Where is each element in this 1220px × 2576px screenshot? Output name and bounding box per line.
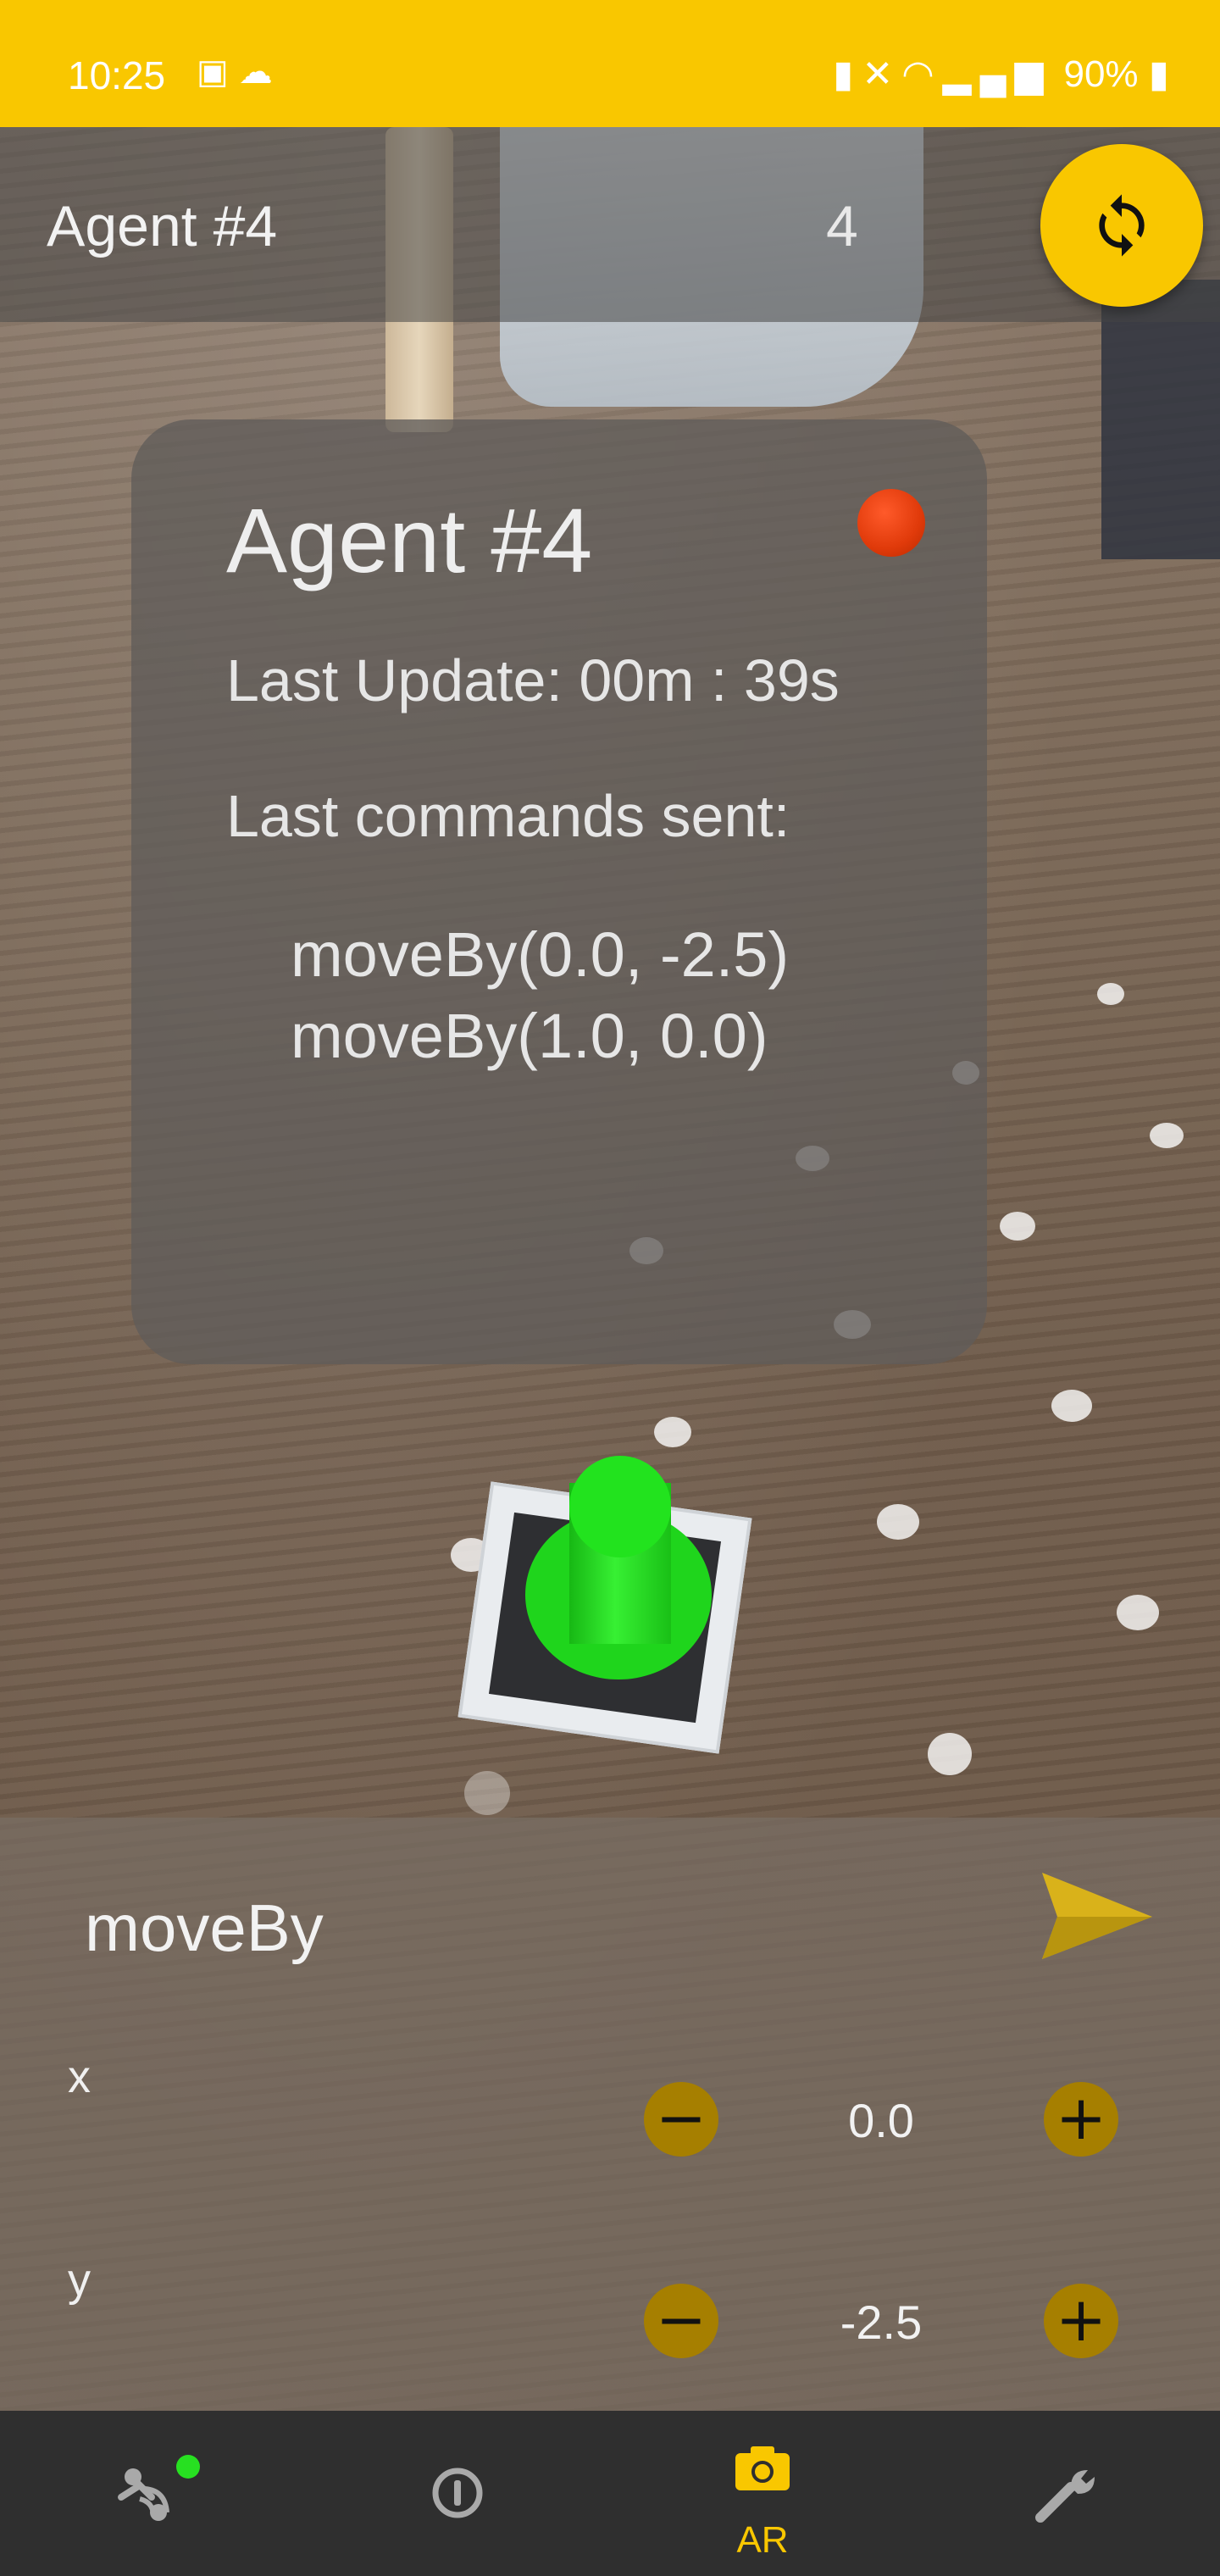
mute-icon: ✕ (862, 53, 902, 95)
cloud-icon: ☁ (238, 53, 283, 91)
nav-item-settings[interactable] (915, 2411, 1220, 2576)
connection-status-dot (176, 2455, 200, 2479)
bottom-navigation: AR (0, 2411, 1220, 2576)
command-item: moveBy(1.0, 0.0) (291, 1001, 768, 1071)
param-value-y: -2.5 (840, 2296, 923, 2349)
param-value-x: 0.0 (848, 2094, 914, 2147)
ar-feature-point (1051, 1390, 1092, 1422)
nav-item-agents[interactable] (0, 2411, 305, 2576)
agent-3d-model-top[interactable] (569, 1456, 671, 1557)
battery-saver-icon: ▮ (833, 53, 862, 95)
wifi-icon: ◠ (901, 53, 943, 95)
plus-icon: + (1055, 2284, 1107, 2355)
agent-card-title: Agent #4 (226, 489, 593, 591)
command-item: moveBy(0.0, -2.5) (291, 919, 790, 990)
ar-feature-point (877, 1504, 919, 1540)
status-left-icons: ▣☁ (197, 53, 283, 92)
send-icon (1042, 1873, 1152, 1959)
status-bar: 10:25 ▣☁ ▮✕◠▂▄▆ 90% ▮ (0, 0, 1220, 127)
ar-feature-point (1150, 1123, 1184, 1148)
status-system-icons: ▮✕◠▂▄▆ (833, 53, 1051, 95)
last-update-text: Last Update: 00m : 39s (226, 647, 840, 713)
agent-count: 4 (826, 194, 858, 258)
plus-icon: + (1055, 2082, 1107, 2153)
camera-icon (735, 2446, 790, 2490)
ar-feature-point (464, 1771, 510, 1815)
param-label-y: y (68, 2255, 91, 2306)
info-icon (432, 2468, 483, 2518)
increment-y-button[interactable]: + (1044, 2284, 1118, 2358)
ar-feature-point (1097, 983, 1124, 1005)
nav-label-ar: AR (736, 2519, 789, 2561)
nav-item-ar[interactable]: AR (610, 2411, 915, 2576)
command-name: moveBy (85, 1890, 324, 1965)
agent-info-card: Agent #4 Last Update: 00m : 39s Last com… (131, 419, 987, 1364)
sync-icon (1099, 194, 1145, 257)
sync-button[interactable] (1040, 144, 1203, 307)
status-time: 10:25 (68, 53, 166, 97)
status-right: ▮✕◠▂▄▆ 90% ▮ (833, 53, 1169, 96)
ar-feature-point (928, 1733, 972, 1775)
battery-percentage: 90% (1063, 53, 1139, 95)
nav-item-info[interactable] (305, 2411, 610, 2576)
send-button[interactable] (1034, 1864, 1161, 1966)
decrement-x-button[interactable]: − (644, 2082, 718, 2157)
wrench-icon (1035, 2470, 1095, 2523)
minus-icon: − (655, 2284, 707, 2355)
image-icon: ▣ (197, 53, 239, 91)
agent-status-indicator (857, 489, 925, 557)
minus-icon: − (655, 2082, 707, 2153)
ar-feature-point (1117, 1595, 1159, 1630)
last-commands-label: Last commands sent: (226, 783, 790, 849)
command-panel: moveBy x − 0.0 + y − -2.5 + (0, 1818, 1220, 2411)
signal-icon: ▂▄▆ (942, 53, 1052, 95)
param-label-x: x (68, 2051, 91, 2102)
app-bar-title: Agent #4 (47, 194, 278, 258)
ar-feature-point (1000, 1212, 1035, 1241)
battery-icon: ▮ (1138, 53, 1169, 95)
increment-x-button[interactable]: + (1044, 2082, 1118, 2157)
decrement-y-button[interactable]: − (644, 2284, 718, 2358)
app-bar: Agent #4 4 (0, 127, 1220, 322)
ar-feature-point (654, 1417, 691, 1447)
commands-list: moveBy(0.0, -2.5) moveBy(1.0, 0.0) (291, 914, 789, 1077)
